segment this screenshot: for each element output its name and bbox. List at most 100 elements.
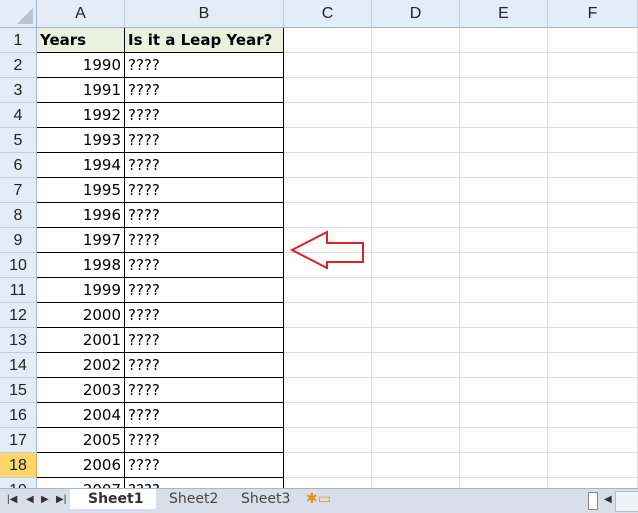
cell-e[interactable] [460,53,548,78]
cell-b[interactable]: ???? [125,278,284,303]
cell-f[interactable] [548,203,638,228]
cell-c[interactable] [284,378,372,403]
row-header[interactable]: 15 [0,378,37,403]
cell-f[interactable] [548,278,638,303]
cell-a[interactable]: 2001 [37,328,125,353]
cell-b[interactable]: ???? [125,403,284,428]
cell-b[interactable]: ???? [125,53,284,78]
cell-e[interactable] [460,478,548,488]
cell-b[interactable]: ???? [125,203,284,228]
cell-b[interactable]: ???? [125,428,284,453]
row-header[interactable]: 8 [0,203,37,228]
cell-d[interactable] [372,328,460,353]
row-header[interactable]: 17 [0,428,37,453]
cell-e[interactable] [460,403,548,428]
cell-f[interactable] [548,303,638,328]
cell-d[interactable] [372,128,460,153]
cell-c[interactable] [284,28,372,53]
column-header-d[interactable]: D [372,0,460,28]
cell-e[interactable] [460,353,548,378]
column-header-c[interactable]: C [284,0,372,28]
cell-e[interactable] [460,228,548,253]
tab-sheet3[interactable]: Sheet3 [241,489,290,509]
cell-c[interactable] [284,328,372,353]
cell-f[interactable] [548,178,638,203]
cell-b[interactable]: ???? [125,303,284,328]
cell-e[interactable] [460,203,548,228]
cell-b[interactable]: ???? [125,453,284,478]
first-sheet-icon[interactable]: |◀ [7,494,17,505]
row-header[interactable]: 3 [0,78,37,103]
cell-d[interactable] [372,353,460,378]
cell-d[interactable] [372,53,460,78]
cell-f[interactable] [548,28,638,53]
cell-d[interactable] [372,478,460,488]
cell-f[interactable] [548,53,638,78]
cell-a[interactable]: 2005 [37,428,125,453]
cell-a[interactable]: 1990 [37,53,125,78]
row-header[interactable]: 5 [0,128,37,153]
cell-c[interactable] [284,203,372,228]
cell-a[interactable]: Years [37,28,125,53]
cell-c[interactable] [284,153,372,178]
cell-c[interactable] [284,453,372,478]
cell-c[interactable] [284,428,372,453]
cell-b[interactable]: ???? [125,78,284,103]
tab-sheet2[interactable]: Sheet2 [139,489,218,509]
cell-c[interactable] [284,303,372,328]
cell-e[interactable] [460,103,548,128]
cell-f[interactable] [548,378,638,403]
cell-d[interactable] [372,78,460,103]
row-header[interactable]: 12 [0,303,37,328]
cell-a[interactable]: 1991 [37,78,125,103]
cell-e[interactable] [460,128,548,153]
last-sheet-icon[interactable]: ▶| [56,494,66,505]
prev-sheet-icon[interactable]: ◀ [26,494,34,505]
row-header[interactable]: 6 [0,153,37,178]
row-header[interactable]: 18 [0,453,37,478]
cell-b[interactable]: ???? [125,378,284,403]
cell-c[interactable] [284,353,372,378]
cell-d[interactable] [372,103,460,128]
cell-f[interactable] [548,353,638,378]
cell-d[interactable] [372,303,460,328]
cell-a[interactable]: 2000 [37,303,125,328]
cell-e[interactable] [460,178,548,203]
cell-b[interactable]: ???? [125,128,284,153]
cell-e[interactable] [460,453,548,478]
cell-c[interactable] [284,403,372,428]
cell-d[interactable] [372,278,460,303]
row-header[interactable]: 7 [0,178,37,203]
cell-d[interactable] [372,203,460,228]
cell-b[interactable]: Is it a Leap Year? [125,28,284,53]
cell-b[interactable]: ???? [125,103,284,128]
column-header-f[interactable]: F [548,0,638,28]
row-header[interactable]: 4 [0,103,37,128]
cell-c[interactable] [284,103,372,128]
cell-c[interactable] [284,478,372,488]
cell-e[interactable] [460,378,548,403]
select-all-corner[interactable] [0,0,37,28]
cell-a[interactable]: 1993 [37,128,125,153]
cell-f[interactable] [548,228,638,253]
next-sheet-icon[interactable]: ▶ [41,494,49,505]
cell-f[interactable] [548,428,638,453]
cell-a[interactable]: 1996 [37,203,125,228]
cell-f[interactable] [548,328,638,353]
spreadsheet-grid[interactable]: ABCDEF 1 Years Is it a Leap Year? 2 1990????… [0,0,638,488]
cell-f[interactable] [548,453,638,478]
insert-sheet-icon[interactable]: ✱▭ [306,489,331,509]
cell-a[interactable]: 1994 [37,153,125,178]
cell-d[interactable] [372,378,460,403]
cell-c[interactable] [284,128,372,153]
row-header[interactable]: 11 [0,278,37,303]
row-header[interactable]: 2 [0,53,37,78]
tab-split-handle[interactable] [588,492,598,510]
cell-f[interactable] [548,478,638,488]
cell-a[interactable]: 2003 [37,378,125,403]
column-header-a[interactable]: A [37,0,125,28]
cell-f[interactable] [548,403,638,428]
cell-d[interactable] [372,403,460,428]
cell-a[interactable]: 1998 [37,253,125,278]
row-header[interactable]: 9 [0,228,37,253]
